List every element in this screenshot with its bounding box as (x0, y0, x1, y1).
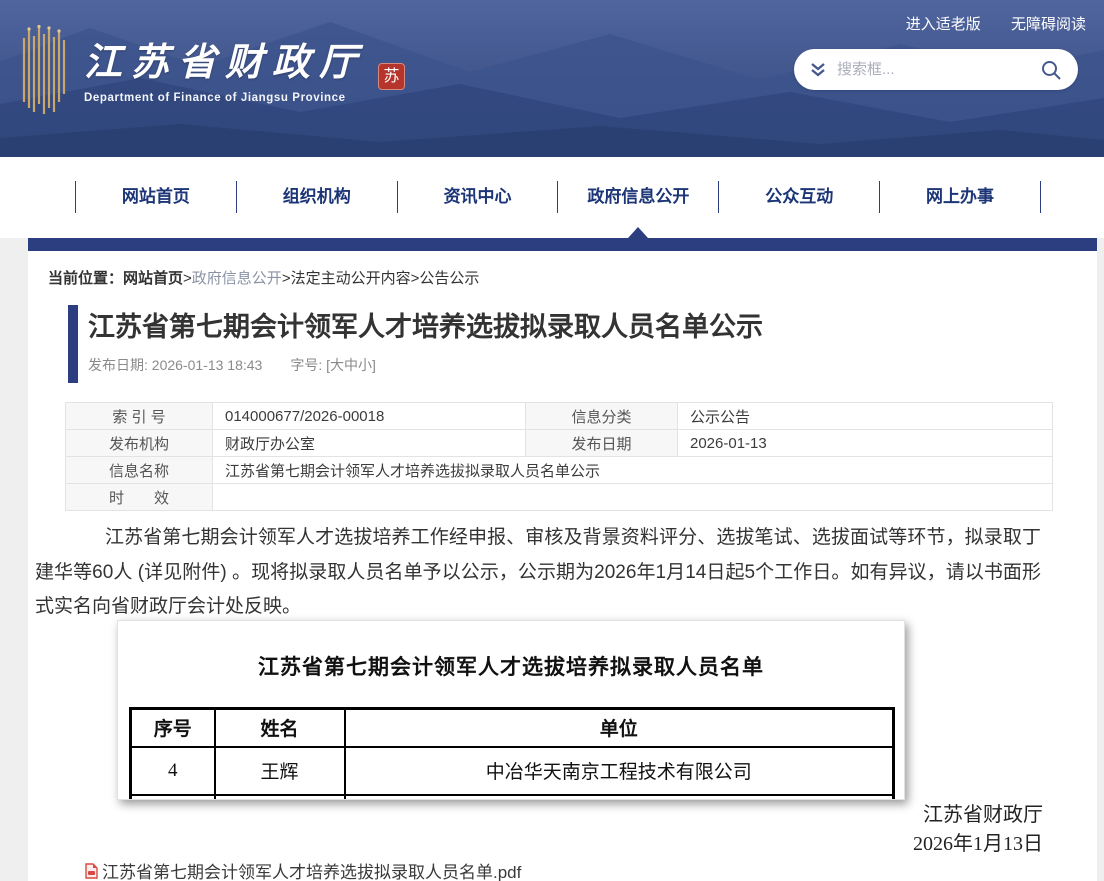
info-name-label: 信息名称 (66, 457, 213, 484)
release-date-value: 2026-01-13 (678, 430, 1053, 457)
elder-mode-link[interactable]: 进入适老版 (906, 16, 981, 33)
breadcrumb-separator: > (183, 270, 192, 287)
validity-label: 时 效 (66, 484, 213, 511)
title-accent-bar (68, 305, 78, 383)
publisher-value: 财政厅办公室 (213, 430, 526, 457)
active-tab-pointer (628, 227, 648, 238)
site-logo[interactable]: 江苏省财政厅 苏 Department of Finance of Jiangs… (20, 24, 405, 114)
content-card: 当前位置：网站首页>政府信息公开>法定主动公开内容>公告公示 江苏省第七期会计领… (28, 251, 1097, 881)
font-size-label: 字号: (290, 357, 326, 373)
page-title: 江苏省第七期会计领军人才培养选拔拟录取人员名单公示 (88, 305, 1048, 344)
search-icon[interactable] (1040, 59, 1062, 81)
nav-accent-strip (28, 238, 1097, 251)
logo-pipes-icon (20, 24, 70, 114)
site-header: 进入适老版 无障碍阅读 江苏省财政厅 苏 Department of Finan… (0, 0, 1104, 157)
nav-item-interaction[interactable]: 公众互动 (718, 181, 879, 213)
breadcrumb-home[interactable]: 网站首页 (123, 270, 183, 287)
table-row-clipped (131, 795, 894, 801)
table-row: 序号 姓名 单位 (131, 709, 894, 747)
table-row: 发布机构 财政厅办公室 发布日期 2026-01-13 (66, 430, 1053, 457)
table-row: 索 引 号 014000677/2026-00018 信息分类 公示公告 (66, 403, 1053, 430)
main-nav: 网站首页 组织机构 资讯中心 政府信息公开 公众互动 网上办事 (0, 157, 1104, 238)
index-number-label: 索 引 号 (66, 403, 213, 430)
nav-item-home[interactable]: 网站首页 (75, 181, 236, 213)
article-meta-line: 发布日期: 2026-01-13 18:43 字号: [大中小] (88, 355, 376, 375)
announcement-paragraph: 江苏省第七期会计领军人才选拔培养工作经申报、审核及背景资料评分、选拔笔试、选拔面… (35, 521, 1041, 625)
su-seal-icon: 苏 (378, 63, 405, 90)
site-title: 江苏省财政厅 (84, 42, 366, 84)
breadcrumb-prefix: 当前位置： (48, 270, 123, 287)
signature-date: 2026年1月13日 (913, 827, 1043, 856)
info-name-value: 江苏省第七期会计领军人才培养选拔拟录取人员名单公示 (213, 457, 1053, 484)
breadcrumb-separator: > (282, 270, 291, 287)
table-row: 4 王辉 中冶华天南京工程技术有限公司 (131, 747, 894, 795)
nav-item-news[interactable]: 资讯中心 (397, 181, 558, 213)
roster-cell-org: 中冶华天南京工程技术有限公司 (345, 747, 894, 795)
release-date-label: 发布日期 (526, 430, 678, 457)
accessibility-link[interactable]: 无障碍阅读 (1011, 16, 1086, 33)
nav-item-gov-info[interactable]: 政府信息公开 (557, 181, 718, 213)
roster-cell-no: 4 (131, 747, 215, 795)
col-header-name: 姓名 (215, 709, 345, 747)
table-row: 时 效 (66, 484, 1053, 511)
attachment-link[interactable]: 江苏省第七期会计领军人才培养选拔拟录取人员名单.pdf (84, 858, 521, 881)
breadcrumb: 当前位置：网站首页>政府信息公开>法定主动公开内容>公告公示 (48, 267, 479, 288)
validity-value (213, 484, 1053, 511)
pdf-icon (84, 863, 99, 879)
breadcrumb-gov-info[interactable]: 政府信息公开 (192, 270, 282, 287)
publish-date-label: 发布日期: (88, 357, 152, 373)
roster-title: 江苏省第七期会计领军人才选拔培养拟录取人员名单 (118, 651, 904, 681)
info-category-label: 信息分类 (526, 403, 678, 430)
col-header-org: 单位 (345, 709, 894, 747)
signature-organization: 江苏省财政厅 (923, 798, 1043, 827)
breadcrumb-disclosure[interactable]: 法定主动公开内容 (291, 270, 411, 287)
nav-separator (1040, 181, 1041, 213)
roster-cell-name: 王辉 (215, 747, 345, 795)
attachment-filename[interactable]: 江苏省第七期会计领军人才培养选拔拟录取人员名单.pdf (102, 858, 521, 881)
site-subtitle: Department of Finance of Jiangsu Provinc… (84, 92, 405, 104)
nav-item-services[interactable]: 网上办事 (879, 181, 1040, 213)
search-box[interactable] (794, 49, 1078, 90)
col-header-no: 序号 (131, 709, 215, 747)
table-row: 信息名称 江苏省第七期会计领军人才培养选拔拟录取人员名单公示 (66, 457, 1053, 484)
publish-date: 2026-01-13 18:43 (152, 357, 263, 373)
breadcrumb-announcements[interactable]: 公告公示 (419, 270, 479, 287)
info-category-value: 公示公告 (678, 403, 1053, 430)
index-number-value: 014000677/2026-00018 (213, 403, 526, 430)
font-size-switcher[interactable]: [大中小] (326, 357, 376, 373)
double-chevron-down-icon[interactable] (808, 60, 828, 80)
document-meta-table: 索 引 号 014000677/2026-00018 信息分类 公示公告 发布机… (65, 402, 1053, 511)
roster-table: 序号 姓名 单位 4 王辉 中冶华天南京工程技术有限公司 (129, 707, 895, 800)
search-input[interactable] (837, 61, 1040, 78)
nav-item-organization[interactable]: 组织机构 (236, 181, 397, 213)
roster-scan-image: 江苏省第七期会计领军人才选拔培养拟录取人员名单 序号 姓名 单位 4 王辉 中冶… (117, 620, 905, 800)
publisher-label: 发布机构 (66, 430, 213, 457)
